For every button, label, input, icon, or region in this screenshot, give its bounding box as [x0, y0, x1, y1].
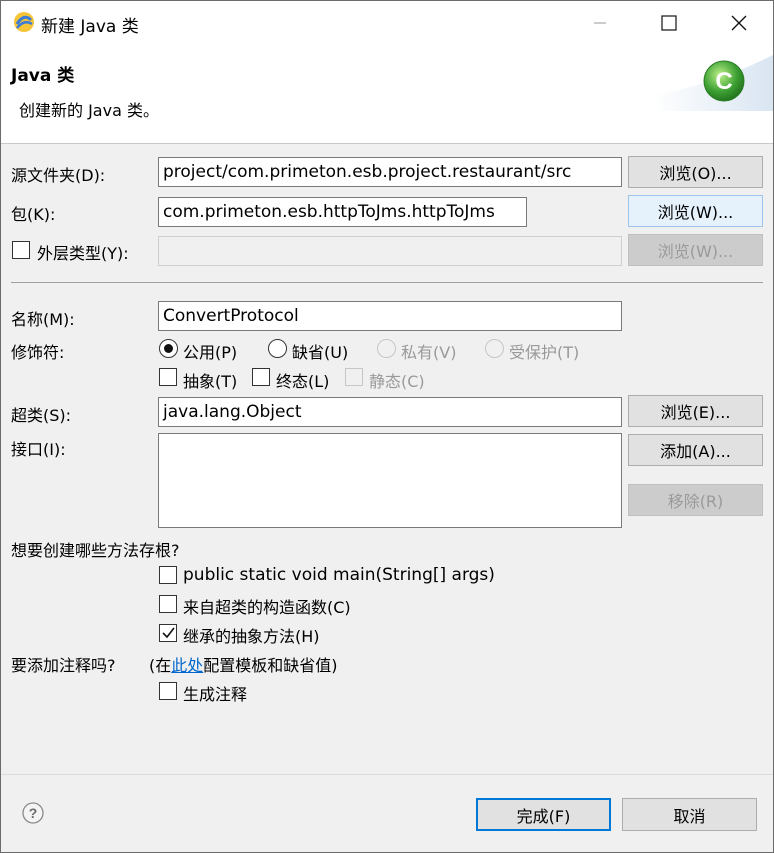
cancel-button[interactable]: 取消	[622, 798, 757, 831]
package-label: 包(K):	[11, 205, 56, 224]
class-name-input[interactable]: ConvertProtocol	[158, 301, 622, 331]
svg-text:C: C	[715, 68, 732, 95]
java-class-icon: C	[703, 60, 745, 102]
modifiers-label: 修饰符:	[11, 343, 65, 362]
source-folder-input[interactable]: project/com.primeton.esb.project.restaur…	[158, 157, 622, 187]
generate-comments-checkbox[interactable]	[159, 682, 177, 700]
add-interface-button[interactable]: 添加(A)...	[628, 434, 763, 466]
interfaces-list[interactable]	[158, 433, 622, 528]
svg-text:?: ?	[29, 805, 38, 821]
enclosing-type-label: 外层类型(Y):	[37, 244, 129, 263]
enclosing-type-browse-button: 浏览(W)...	[628, 234, 763, 266]
constructors-label: 来自超类的构造函数(C)	[183, 598, 351, 617]
comments-config-suffix: 配置模板和缺省值)	[203, 656, 338, 675]
wizard-title: Java 类	[11, 66, 75, 86]
default-radio[interactable]	[268, 339, 287, 358]
final-checkbox-label: 终态(L)	[276, 372, 330, 391]
constructors-checkbox[interactable]	[159, 595, 177, 613]
default-radio-label: 缺省(U)	[292, 343, 349, 362]
superclass-browse-button[interactable]: 浏览(E)...	[628, 395, 763, 427]
superclass-label: 超类(S):	[11, 406, 72, 425]
protected-radio	[485, 339, 504, 358]
main-method-label: public static void main(String[] args)	[183, 565, 495, 585]
package-input[interactable]: com.primeton.esb.httpToJms.httpToJms	[158, 197, 527, 227]
final-checkbox[interactable]	[252, 368, 270, 386]
superclass-input[interactable]: java.lang.Object	[158, 397, 622, 427]
interfaces-label: 接口(I):	[11, 440, 66, 459]
package-browse-button[interactable]: 浏览(W)...	[628, 195, 763, 227]
private-radio	[377, 339, 396, 358]
title-bar: 新建 Java 类	[1, 1, 773, 45]
checkmark-icon	[162, 627, 175, 639]
maximize-button[interactable]	[646, 1, 692, 45]
inherited-methods-label: 继承的抽象方法(H)	[183, 627, 320, 646]
public-radio[interactable]	[159, 339, 178, 358]
close-icon	[731, 15, 747, 31]
abstract-checkbox[interactable]	[159, 368, 177, 386]
new-java-class-dialog: 新建 Java 类 Java 类 创建新的 Java 类。 C 源文件夹(D):…	[0, 0, 774, 853]
public-radio-label: 公用(P)	[183, 343, 238, 362]
private-radio-label: 私有(V)	[401, 343, 457, 362]
minimize-icon	[594, 22, 606, 24]
footer-separator	[1, 774, 773, 775]
enclosing-type-input	[158, 236, 622, 266]
method-stubs-question: 想要创建哪些方法存根?	[11, 541, 180, 560]
section-separator	[11, 282, 763, 283]
help-icon[interactable]: ?	[22, 802, 44, 824]
static-checkbox	[345, 368, 363, 386]
generate-comments-label: 生成注释	[183, 685, 248, 704]
wizard-banner: Java 类 创建新的 Java 类。 C	[1, 45, 773, 144]
static-checkbox-label: 静态(C)	[369, 372, 425, 391]
window-title: 新建 Java 类	[41, 17, 139, 37]
close-button[interactable]	[716, 1, 762, 45]
abstract-checkbox-label: 抽象(T)	[183, 372, 238, 391]
source-folder-browse-button[interactable]: 浏览(O)...	[628, 156, 763, 188]
comments-config-text: (在此处配置模板和缺省值)	[149, 652, 338, 676]
comments-config-prefix: (在	[149, 656, 172, 675]
name-label: 名称(M):	[11, 310, 75, 329]
main-method-checkbox[interactable]	[159, 566, 177, 584]
inherited-methods-checkbox[interactable]	[159, 624, 177, 642]
comments-question: 要添加注释吗?	[11, 656, 116, 675]
source-folder-label: 源文件夹(D):	[11, 166, 106, 185]
eclipse-app-icon	[13, 11, 35, 33]
minimize-button[interactable]	[577, 1, 623, 45]
finish-button[interactable]: 完成(F)	[476, 798, 611, 831]
enclosing-type-checkbox[interactable]	[12, 241, 30, 259]
wizard-description: 创建新的 Java 类。	[19, 101, 159, 120]
maximize-icon	[661, 15, 677, 31]
templates-config-link[interactable]: 此处	[171, 656, 203, 675]
remove-interface-button: 移除(R)	[628, 484, 763, 516]
protected-radio-label: 受保护(T)	[509, 343, 580, 362]
